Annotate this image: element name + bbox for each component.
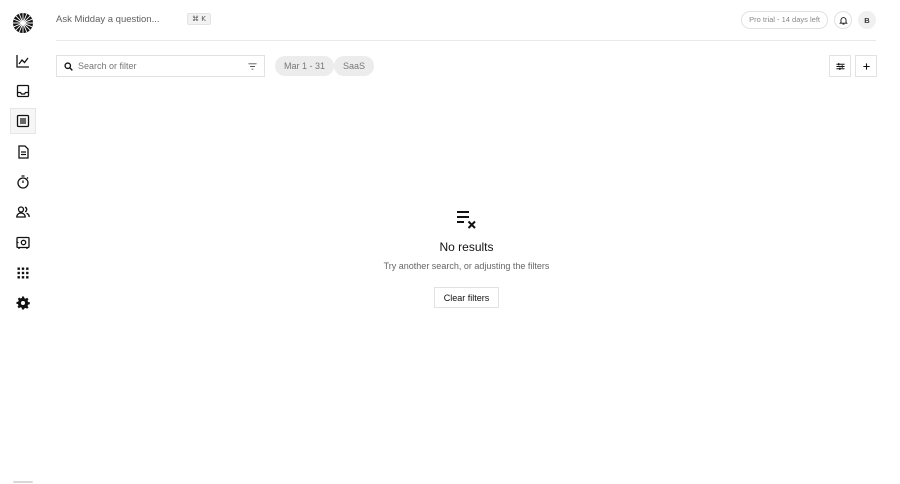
- sidebar-item-customers[interactable]: [10, 199, 36, 225]
- plus-icon: [862, 62, 870, 70]
- filter-chip-tag[interactable]: SaaS: [334, 56, 375, 76]
- sidebar-item-settings[interactable]: [10, 290, 36, 316]
- people-icon: [16, 206, 30, 218]
- keyboard-shortcut-hint: ⌘ K: [187, 13, 211, 25]
- no-results-icon: [457, 211, 476, 229]
- bell-icon: [838, 16, 848, 25]
- search-input[interactable]: [78, 58, 238, 74]
- filter-chip-date[interactable]: Mar 1 - 31: [275, 56, 335, 76]
- inbox-icon: [16, 84, 30, 98]
- sidebar-item-tracker[interactable]: [10, 169, 36, 195]
- timer-icon: [17, 175, 29, 189]
- add-button[interactable]: [855, 55, 877, 77]
- top-header: Ask Midday a question... ⌘ K Pro trial -…: [56, 0, 876, 41]
- column-settings-button[interactable]: [829, 55, 851, 77]
- search-box: [56, 55, 265, 77]
- list-icon: [16, 114, 30, 128]
- search-icon: [64, 62, 73, 71]
- sidebar-item-invoices[interactable]: [10, 139, 36, 165]
- empty-state-title: No results: [439, 240, 494, 254]
- sidebar-item-transactions[interactable]: [10, 108, 36, 134]
- document-icon: [18, 145, 29, 159]
- avatar[interactable]: B: [858, 11, 876, 29]
- sidebar-item-inbox[interactable]: [10, 78, 36, 104]
- sidebar-footer-indicator: [13, 481, 33, 483]
- sidebar-item-overview[interactable]: [10, 48, 36, 74]
- sliders-icon: [835, 62, 845, 70]
- ask-assistant-trigger[interactable]: Ask Midday a question...: [56, 14, 160, 25]
- clear-filters-button[interactable]: Clear filters: [434, 287, 499, 308]
- filter-icon[interactable]: [248, 62, 257, 71]
- notifications-button[interactable]: [834, 11, 852, 29]
- chart-line-icon: [16, 55, 29, 68]
- logo-icon[interactable]: [13, 13, 33, 33]
- empty-state-subtitle: Try another search, or adjusting the fil…: [383, 261, 550, 271]
- gear-icon: [16, 296, 30, 310]
- trial-badge[interactable]: Pro trial - 14 days left: [741, 11, 828, 29]
